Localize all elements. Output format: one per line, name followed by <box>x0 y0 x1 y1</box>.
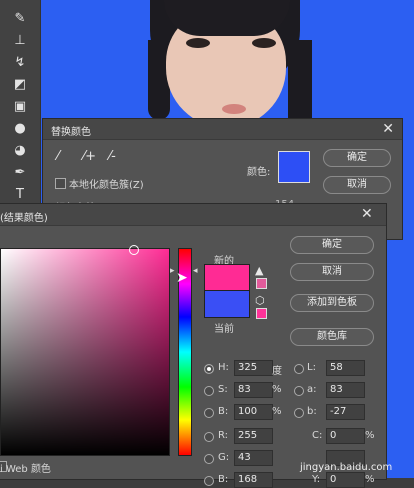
eyedropper-add-icon[interactable]: ⁄+ <box>83 149 96 164</box>
sample-color-swatch[interactable] <box>278 151 310 183</box>
radio-r[interactable] <box>204 432 214 442</box>
tools-panel: ✎ ⊥ ↯ ◩ ▣ ● ◕ ✒ T ➤ <box>0 0 41 230</box>
radio-l[interactable] <box>294 364 304 374</box>
bangs <box>164 0 290 36</box>
radio-lab-b[interactable] <box>294 408 304 418</box>
r-label: R: <box>218 430 229 441</box>
radio-s[interactable] <box>204 386 214 396</box>
g-label: G: <box>218 452 230 463</box>
picker-ok-button[interactable]: 确定 <box>290 236 374 254</box>
g-input[interactable]: 43 <box>234 450 273 466</box>
radio-h[interactable] <box>204 364 214 374</box>
replace-titlebar: 替换颜色 ✕ <box>43 119 402 140</box>
gamut-warning-icon[interactable]: ▲ <box>255 264 263 277</box>
replace-ok-button[interactable]: 确定 <box>323 149 391 167</box>
new-color-swatch <box>204 264 250 291</box>
a-label: a: <box>307 384 317 395</box>
current-color-swatch[interactable] <box>204 290 250 318</box>
sample-color-label: 颜色: <box>247 167 271 178</box>
type-icon[interactable]: T <box>10 186 30 204</box>
s-input[interactable]: 83 <box>234 382 273 398</box>
current-color-label: 当前 <box>214 324 234 335</box>
history-brush-icon[interactable]: ↯ <box>10 54 30 72</box>
h-input[interactable]: 325 <box>234 360 273 376</box>
eraser-icon[interactable]: ◩ <box>10 76 30 94</box>
replace-cancel-button[interactable]: 取消 <box>323 176 391 194</box>
close-icon[interactable]: ✕ <box>361 206 373 222</box>
a-input[interactable]: 83 <box>326 382 365 398</box>
localized-clusters-label: 本地化颜色簇(Z) <box>69 180 144 191</box>
pen-icon[interactable]: ✒ <box>10 164 30 182</box>
l-label: L: <box>307 362 316 373</box>
color-picker-dialog: (结果颜色) ✕ ▸ ◂ ➤ 新的 当前 ▲ ⬡ 确定 取消 添加到色板 颜色库… <box>0 203 387 488</box>
b-input[interactable]: 100 <box>234 404 273 420</box>
eyedropper-icon[interactable]: ⁄ <box>57 149 59 164</box>
s-label: S: <box>218 384 228 395</box>
close-icon[interactable]: ✕ <box>382 121 394 137</box>
radio-g[interactable] <box>204 454 214 464</box>
field-cursor[interactable] <box>129 245 139 255</box>
hair-right <box>288 40 312 130</box>
radio-b[interactable] <box>204 408 214 418</box>
picker-titlebar: (结果颜色) ✕ <box>0 204 386 226</box>
c-input[interactable]: 0 <box>326 428 365 444</box>
gradient-icon[interactable]: ▣ <box>10 98 30 116</box>
radio-a[interactable] <box>294 386 304 396</box>
picker-title: (结果颜色) <box>0 213 48 224</box>
localized-clusters-checkbox[interactable] <box>55 178 66 189</box>
web-colors-label: i Web 颜色 <box>0 464 51 475</box>
stamp-icon[interactable]: ⊥ <box>10 32 30 50</box>
web-safe-cube-icon[interactable]: ⬡ <box>255 294 265 307</box>
color-libraries-button[interactable]: 颜色库 <box>290 328 374 346</box>
l-input[interactable]: 58 <box>326 360 365 376</box>
right-eye <box>252 38 276 48</box>
b-unit: % <box>272 406 282 417</box>
eyedropper-subtract-icon[interactable]: ⁄- <box>109 149 116 164</box>
dodge-icon[interactable]: ◕ <box>10 142 30 160</box>
web-safe-swatch[interactable] <box>256 308 267 319</box>
h-label: H: <box>218 362 229 373</box>
gamut-swatch[interactable] <box>256 278 267 289</box>
b-label: B: <box>218 406 229 417</box>
h-unit: 度 <box>272 366 282 377</box>
c-unit: % <box>365 430 375 441</box>
blur-icon[interactable]: ● <box>10 120 30 138</box>
picker-cancel-button[interactable]: 取消 <box>290 263 374 281</box>
mouse-cursor-icon: ➤ <box>176 270 188 286</box>
hue-right-arrow-icon[interactable]: ◂ <box>193 266 198 276</box>
y-unit: % <box>365 474 375 485</box>
rgb-b-input[interactable]: 168 <box>234 472 273 488</box>
y-input[interactable]: 0 <box>326 472 365 488</box>
lab-b-label: b: <box>307 406 317 417</box>
hue-left-arrow-icon[interactable]: ▸ <box>170 266 175 276</box>
left-eye <box>186 38 210 48</box>
lips <box>222 104 246 114</box>
watermark: jingyan.baidu.com <box>300 462 393 473</box>
lab-b-input[interactable]: -27 <box>326 404 365 420</box>
y-label: Y: <box>312 474 321 485</box>
add-to-swatches-button[interactable]: 添加到色板 <box>290 294 374 312</box>
r-input[interactable]: 255 <box>234 428 273 444</box>
brush-icon[interactable]: ✎ <box>10 10 30 28</box>
saturation-brightness-field[interactable] <box>0 245 170 456</box>
s-unit: % <box>272 384 282 395</box>
replace-title: 替换颜色 <box>51 127 91 138</box>
rgb-b-label: B: <box>218 474 229 485</box>
c-label: C: <box>312 430 323 441</box>
